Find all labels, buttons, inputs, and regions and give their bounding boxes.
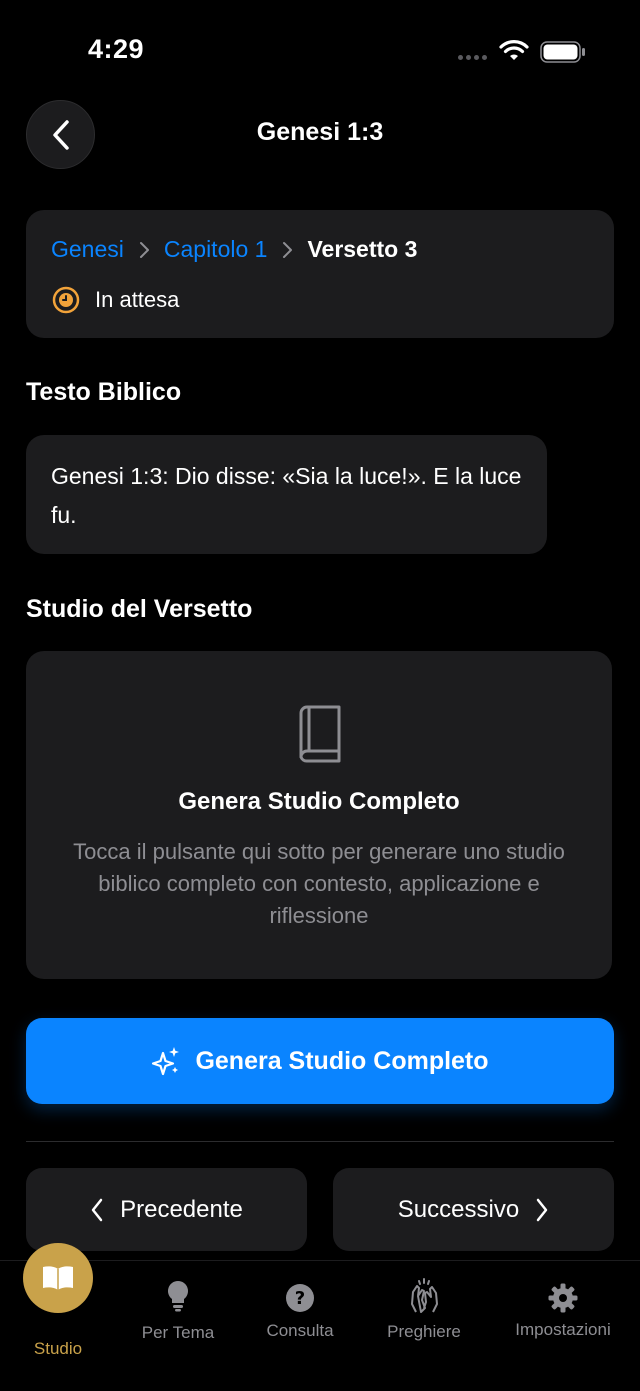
wifi-icon — [499, 40, 529, 60]
breadcrumb-card: Genesi Capitolo 1 Versetto 3 In attesa — [26, 210, 614, 338]
praying-hands-icon — [411, 1278, 438, 1313]
tab-impostazioni[interactable]: Impostazioni — [503, 1281, 623, 1340]
page-title: Genesi 1:3 — [256, 118, 384, 146]
bible-text-section-title: Testo Biblico — [26, 378, 182, 406]
tab-preghiere[interactable]: Preghiere — [372, 1278, 476, 1342]
status-bar: 4:29 — [0, 0, 640, 100]
divider — [26, 1141, 614, 1142]
verse-text: Genesi 1:3: Dio disse: «Sia la luce!». E… — [26, 435, 547, 554]
breadcrumb-chapter-link[interactable]: Capitolo 1 — [164, 236, 268, 263]
breadcrumb-book-link[interactable]: Genesi — [51, 236, 124, 263]
chevron-left-icon — [91, 1198, 103, 1221]
lightbulb-icon — [168, 1281, 188, 1312]
svg-text:?: ? — [295, 1288, 305, 1309]
tab-bar: Per Tema ? Consulta Preghiere Impostazio… — [0, 1260, 640, 1391]
next-button[interactable]: Successivo — [333, 1168, 614, 1251]
book-icon — [299, 705, 341, 763]
previous-label: Precedente — [120, 1195, 243, 1223]
study-section-title: Studio del Versetto — [26, 595, 253, 623]
generate-study-button[interactable]: Genera Studio Completo — [26, 1018, 614, 1104]
tab-impostazioni-label: Impostazioni — [515, 1320, 611, 1339]
next-label: Successivo — [397, 1195, 520, 1223]
breadcrumb-current: Versetto 3 — [307, 236, 418, 262]
tab-studio[interactable] — [23, 1243, 93, 1313]
clock-icon — [52, 286, 80, 314]
chevron-right-icon — [138, 241, 150, 259]
chevron-right-icon — [536, 1198, 548, 1221]
open-book-icon — [43, 1266, 73, 1290]
study-description: Tocca il pulsante qui sotto per generare… — [73, 839, 565, 928]
battery-icon — [540, 41, 585, 63]
question-circle-icon: ? — [286, 1284, 314, 1312]
tab-preghiere-label: Preghiere — [387, 1322, 461, 1341]
tab-per-tema-label: Per Tema — [141, 1323, 215, 1342]
tab-studio-label: Studio — [33, 1339, 83, 1358]
tab-consulta[interactable]: ? Consulta — [250, 1281, 350, 1341]
gear-icon — [548, 1283, 578, 1313]
tab-consulta-label: Consulta — [266, 1321, 334, 1340]
signal-icon — [458, 55, 487, 60]
chevron-right-icon — [281, 241, 293, 259]
breadcrumb: Genesi Capitolo 1 Versetto 3 — [51, 236, 417, 263]
sparkles-icon — [152, 1047, 180, 1076]
study-placeholder-card: Genera Studio Completo Tocca il pulsante… — [26, 651, 612, 979]
status-row: In attesa — [52, 286, 179, 314]
status-time: 4:29 — [88, 34, 145, 64]
tab-per-tema[interactable]: Per Tema — [126, 1279, 230, 1343]
previous-button[interactable]: Precedente — [26, 1168, 307, 1251]
status-text: In attesa — [95, 287, 180, 312]
generate-study-label: Genera Studio Completo — [195, 1046, 489, 1075]
study-heading: Genera Studio Completo — [178, 788, 460, 815]
